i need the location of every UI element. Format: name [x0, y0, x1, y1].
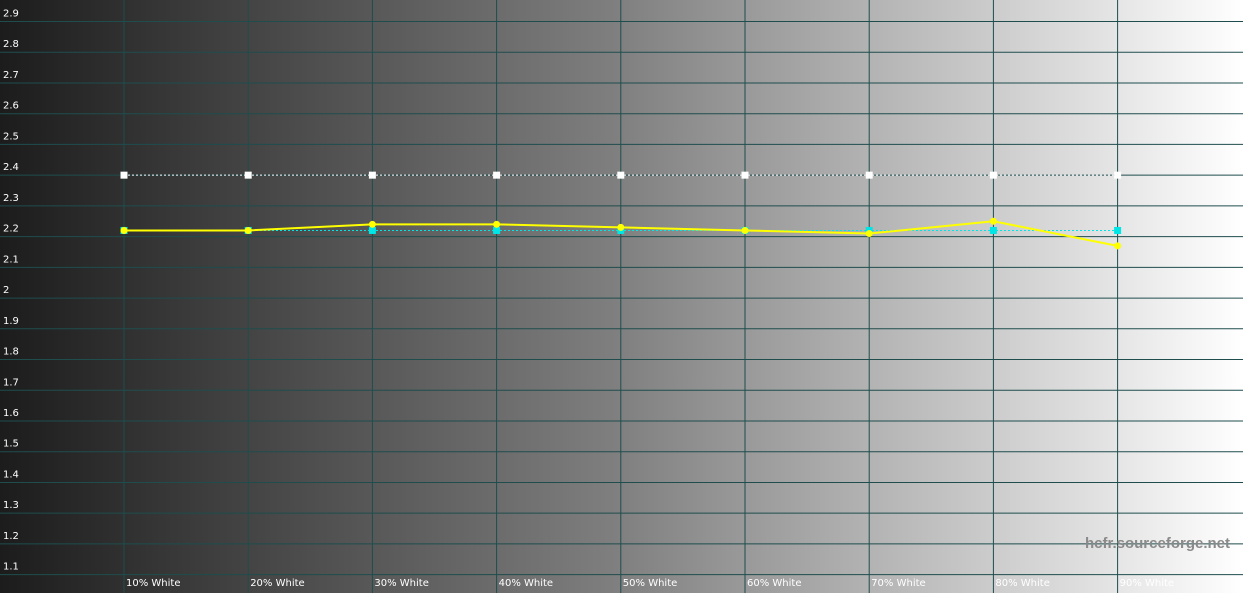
- series-point-target: [368, 226, 376, 234]
- series-point-reference: [120, 171, 128, 179]
- gamma-chart: 2.9 2.8 2.7 2.6 2.5 2.4 2.3 2.2 2.1 2 1.9 1.8 1.7 1.6…: [0, 0, 1243, 593]
- x-tick-label: 10% White: [126, 578, 180, 589]
- watermark: hcfr.sourceforge.net: [1085, 535, 1230, 552]
- x-tick-label: 40% White: [499, 578, 553, 589]
- y-tick-label: 1.4: [3, 469, 19, 480]
- y-tick-label: 1.6: [3, 408, 19, 419]
- series-point-reference: [368, 171, 376, 179]
- y-tick-label: 1.3: [3, 500, 19, 511]
- series-point-reference: [617, 171, 625, 179]
- y-tick-label: 2.3: [3, 193, 19, 204]
- x-tick-label: 60% White: [747, 578, 801, 589]
- x-tick-label: 90% White: [1120, 578, 1174, 589]
- y-tick-label: 2.2: [3, 224, 19, 235]
- series-point-reference: [244, 171, 252, 179]
- y-tick-label: 1.8: [3, 347, 19, 358]
- series-point-measured: [617, 223, 625, 231]
- series-point-target: [1114, 226, 1122, 234]
- y-tick-label: 1.9: [3, 316, 19, 327]
- y-tick-label: 2.8: [3, 39, 19, 50]
- y-tick-label: 2.6: [3, 101, 19, 112]
- series-point-reference: [1114, 171, 1122, 179]
- x-tick-label: 30% White: [374, 578, 428, 589]
- series-point-measured: [989, 217, 997, 225]
- series-point-reference: [989, 171, 997, 179]
- series-point-target: [493, 226, 501, 234]
- y-tick-label: 2.4: [3, 162, 19, 173]
- series-point-measured: [244, 226, 252, 234]
- x-axis-ticks: 10% White 20% White 30% White 40% White 50% …: [126, 578, 1174, 589]
- y-tick-label: 1.2: [3, 531, 19, 542]
- series-point-measured: [493, 220, 501, 228]
- x-tick-label: 70% White: [871, 578, 925, 589]
- x-tick-label: 80% White: [995, 578, 1049, 589]
- chart-svg: 2.9 2.8 2.7 2.6 2.5 2.4 2.3 2.2 2.1 2 1.9 1.8 1.7 1.6…: [0, 0, 1243, 593]
- series-point-reference: [865, 171, 873, 179]
- y-tick-label: 2.9: [3, 9, 19, 20]
- series-point-measured: [120, 226, 128, 234]
- chart-background: [0, 0, 1243, 593]
- series-point-measured: [1114, 242, 1122, 250]
- x-tick-label: 50% White: [623, 578, 677, 589]
- series-point-target: [989, 226, 997, 234]
- series-point-reference: [741, 171, 749, 179]
- series-point-measured: [368, 220, 376, 228]
- y-tick-label: 2.7: [3, 70, 19, 81]
- y-tick-label: 1.5: [3, 439, 19, 450]
- y-tick-label: 2: [3, 285, 9, 296]
- y-tick-label: 2.1: [3, 254, 19, 265]
- y-tick-label: 1.7: [3, 377, 19, 388]
- y-tick-label: 2.5: [3, 131, 19, 142]
- series-point-measured: [741, 226, 749, 234]
- y-tick-label: 1.1: [3, 562, 19, 573]
- series-point-reference: [493, 171, 501, 179]
- x-tick-label: 20% White: [250, 578, 304, 589]
- series-point-measured: [865, 230, 873, 238]
